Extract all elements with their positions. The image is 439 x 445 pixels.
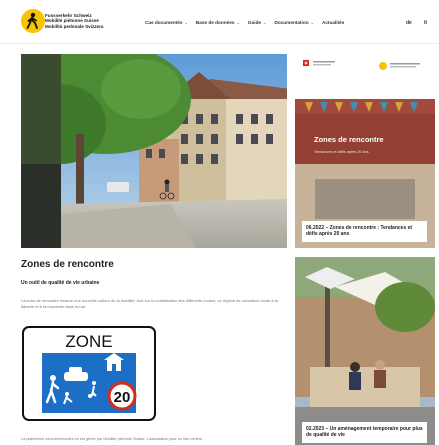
pedestrian-logo-icon — [26, 12, 38, 29]
zone-sign-speed: 20 — [114, 389, 131, 406]
platform-description: La plateforme zonederencontre.ch est gér… — [21, 437, 202, 441]
nav-item-cas-documentes[interactable]: Cas documentés ⌄ — [145, 20, 188, 25]
language-de-link[interactable]: de — [406, 20, 412, 26]
card1-overlay-subtitle: Tendances et défis après 20 ans — [314, 150, 369, 154]
main-nav: Cas documentés ⌄ Base de données ⌄ Guide ⌄ … — [145, 20, 344, 25]
card1-overlay-title: Zones de rencontre — [314, 135, 384, 144]
hero-street-photo — [21, 54, 287, 248]
zone-de-rencontre-sign: ZONE 20 — [22, 326, 156, 421]
intro-paragraph: La zone de rencontre incarne une nouvell… — [21, 298, 278, 309]
hero-illustration — [21, 54, 287, 248]
card2-caption[interactable]: 02.2023 – Un aménagement temporaire pour… — [302, 421, 427, 443]
chevron-down-icon: ⌄ — [236, 20, 240, 25]
page-subtitle: Un outil de qualité de vie urbaine — [21, 280, 100, 286]
site-header: Fussverkehr Schweiz Mobilité piétonne Su… — [0, 0, 439, 44]
chevron-down-icon: ⌄ — [184, 20, 188, 25]
language-it-link[interactable]: it — [424, 20, 427, 26]
logo-text[interactable]: Fussverkehr Schweiz Mobilité piétonne Su… — [45, 13, 103, 29]
card2-cover-image — [295, 257, 435, 445]
zone-sign-label: ZONE — [65, 332, 112, 351]
zone-sign-image: ZONE 20 — [22, 326, 156, 421]
news-card-amenagement-temporaire[interactable]: 02.2023 – Un aménagement temporaire pour… — [295, 257, 435, 445]
news-card-zones-de-rencontre[interactable]: Zones de rencontre Tendances et défis ap… — [295, 54, 435, 248]
nav-item-documentation[interactable]: Documentation ⌄ — [274, 20, 313, 25]
nav-item-base-de-donnees[interactable]: Base de données ⌄ — [196, 20, 240, 25]
logo-line-it: Mobilità pedonale Svizzera — [45, 23, 104, 29]
page-title: Zones de rencontre — [21, 259, 114, 270]
nav-item-actualites[interactable]: Actualités — [322, 20, 344, 25]
chevron-down-icon: ⌄ — [310, 20, 314, 25]
site-logo[interactable] — [21, 9, 45, 33]
chevron-down-icon: ⌄ — [263, 20, 267, 25]
nav-item-guide[interactable]: Guide ⌄ — [248, 20, 267, 25]
card1-caption[interactable]: 06.2022 – Zones de rencontre : Tendances… — [302, 220, 427, 242]
